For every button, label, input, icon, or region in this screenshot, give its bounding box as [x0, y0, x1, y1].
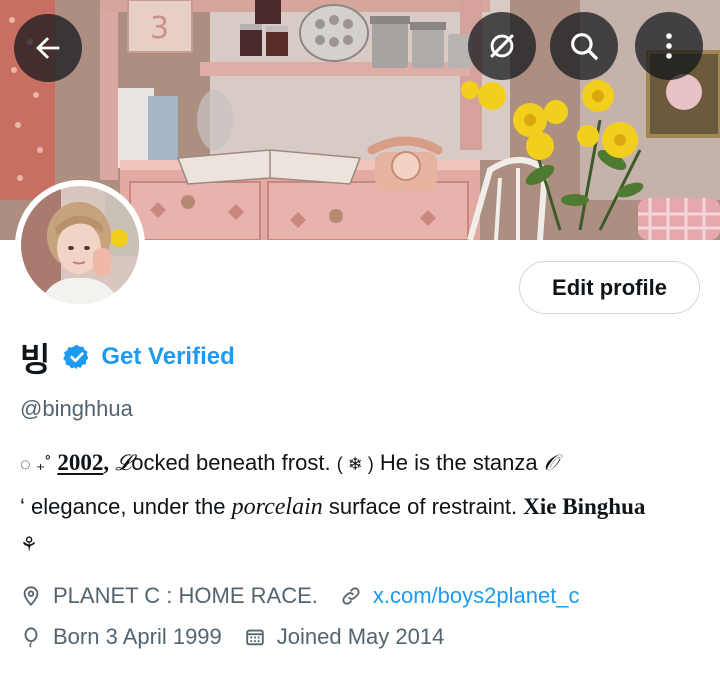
profile-birthday: Born 3 April 1999: [53, 624, 222, 649]
bio-text: He is the stanza: [379, 450, 538, 475]
grok-icon: [490, 34, 514, 58]
link-icon: [342, 587, 360, 605]
avatar-image: [21, 186, 139, 304]
bio-year: 2002: [57, 450, 104, 475]
bio-snowflake: ( ❄ ): [336, 454, 374, 474]
bio-line-3: ⚘: [20, 532, 710, 557]
bio-script-letter: 𝓛: [115, 451, 132, 476]
display-name: 빙: [20, 341, 51, 378]
bio-decoration: ◌ ₊˚: [20, 454, 52, 474]
bio-line-2: ‘ elegance, under the porcelain surface …: [20, 494, 710, 521]
profile-website-link[interactable]: x.com/boys2planet_c: [373, 583, 580, 609]
bio-name: Xie Binghua: [523, 494, 646, 519]
bio-text: surface of restraint.: [328, 494, 518, 519]
bio-tick: ‘: [20, 494, 25, 519]
back-button[interactable]: [14, 14, 82, 82]
bio-text: elegance, under the: [31, 494, 226, 519]
more-vertical-icon: [666, 33, 672, 59]
grok-button[interactable]: [468, 12, 536, 80]
bio-flower: ⚘: [20, 534, 38, 556]
location-pin-icon: [23, 586, 39, 607]
svg-text:3: 3: [150, 11, 169, 46]
search-button[interactable]: [550, 12, 618, 80]
bio-script-letter: 𝒪: [543, 451, 558, 476]
bio-comma: ,: [103, 450, 110, 475]
edit-profile-button[interactable]: Edit profile: [519, 261, 700, 314]
bio-porcelain: porcelain: [231, 494, 323, 520]
search-icon: [571, 33, 598, 60]
bio-line-1: ◌ ₊˚ 2002, 𝓛ocked beneath frost. ( ❄ ) H…: [20, 450, 710, 476]
profile-location: PLANET C : HOME RACE.: [53, 583, 318, 608]
profile-joined-date: Joined May 2014: [276, 624, 445, 649]
calendar-icon: [246, 629, 264, 646]
profile-meta-row: PLANET C : HOME RACE. x.com/boys2planet_…: [20, 583, 580, 609]
bio-text: ocked beneath frost.: [131, 450, 331, 475]
more-options-button[interactable]: [635, 12, 703, 80]
profile-handle: @binghhua: [20, 396, 133, 421]
profile-meta-row: Born 3 April 1999 Joined May 2014: [20, 624, 444, 650]
arrow-left-icon: [36, 37, 60, 59]
balloon-icon: [24, 627, 38, 648]
avatar[interactable]: [15, 180, 145, 310]
get-verified-link[interactable]: Get Verified: [101, 343, 234, 371]
profile-name-row: 빙 Get Verified: [20, 334, 235, 380]
verified-badge-icon[interactable]: [63, 343, 91, 371]
